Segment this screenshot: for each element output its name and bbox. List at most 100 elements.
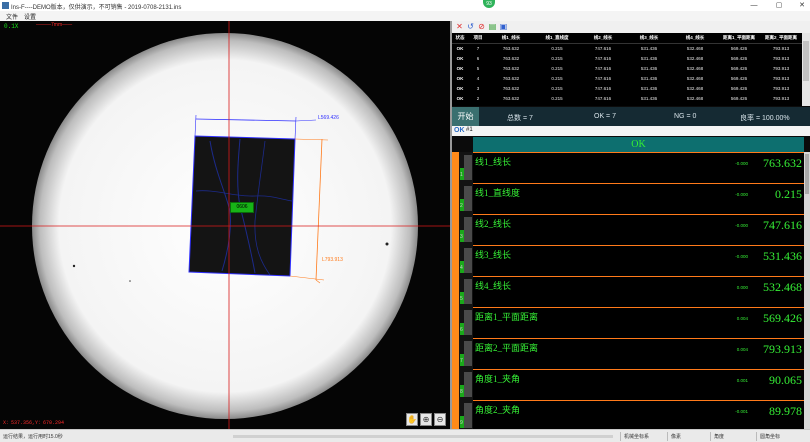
results-header-row: 状态 项目 线1_线长 线1_直线度 线2_线长 线3_线长 线4_线长 距离1… — [452, 33, 802, 44]
table-cell: OK — [456, 65, 464, 71]
notification-badge[interactable]: 93 — [483, 0, 495, 8]
measurement-box: 角度2_夹角 -0.001 89.978 — [473, 400, 804, 429]
tab-number[interactable]: #1 — [466, 127, 473, 133]
camera-view[interactable]: 0.1X ———7mm—— L569.426 L793.913 0606 X：5… — [0, 21, 450, 429]
row-index: 2 — [460, 203, 463, 209]
measurement-row[interactable]: 5 线4_线长 0.000 532.468 — [452, 276, 804, 307]
table-cell: OK — [456, 55, 464, 61]
yield-rate: 良率 = 100.00% — [740, 115, 790, 122]
table-cell: 763.632 — [502, 45, 520, 51]
table-cell: OK — [456, 75, 464, 81]
table-cell: 747.616 — [594, 45, 612, 51]
zoom-in-icon[interactable]: ⊕ — [420, 413, 432, 426]
col-distance2[interactable]: 距离2_平面距离 — [760, 33, 802, 44]
part-marker[interactable]: 0606 — [230, 202, 254, 213]
row-index: 5 — [460, 296, 463, 302]
measurement-value: 0.215 — [775, 187, 802, 201]
table-row[interactable]: OK 2 763.632 0.215 747.616 531.436 532.468 569.… — [452, 93, 802, 103]
col-line4-length[interactable]: 线4_线长 — [672, 33, 718, 44]
results-scrollbar[interactable] — [802, 33, 810, 106]
status-bar: 运行结果，运行用时15.0秒 机械坐标系 像素 角度 圆角坐标 — [0, 429, 810, 442]
table-cell: 0.215 — [551, 65, 563, 71]
ok-count: OK = 7 — [594, 113, 616, 120]
table-cell: 2 — [476, 95, 480, 101]
measurement-row[interactable]: 4 线3_线长 -0.000 531.436 — [452, 245, 804, 276]
col-line2-length[interactable]: 线2_线长 — [580, 33, 626, 44]
export-icon[interactable]: ▤ — [488, 22, 497, 31]
col-line3-length[interactable]: 线3_线长 — [626, 33, 672, 44]
stats-bar: 开始 总数 = 7 OK = 7 NG = 0 良率 = 100.00% — [452, 107, 810, 126]
measurement-row[interactable]: 7 距离2_平面距离 0.004 793.913 — [452, 338, 804, 369]
measurement-row[interactable]: 6 距离1_平面距离 0.004 569.426 — [452, 307, 804, 338]
run-status: 运行结果，运行用时15.0秒 — [3, 434, 63, 440]
start-button[interactable]: 开始 — [452, 107, 479, 126]
col-line1-straightness[interactable]: 线1_直线度 — [534, 33, 580, 44]
measurement-tolerance: 0.004 — [736, 347, 748, 352]
menu-bar: 文件 设置 — [0, 11, 810, 21]
row-gauge — [464, 403, 472, 428]
measurement-tolerance: -0.001 — [735, 409, 748, 414]
table-row[interactable]: OK 3 763.632 0.215 747.616 531.436 532.468 569.… — [452, 83, 802, 93]
table-cell: 0.215 — [551, 55, 563, 61]
table-row[interactable]: OK 6 763.632 0.215 747.616 531.436 532.468 569.… — [452, 53, 802, 63]
tab-status[interactable]: OK — [454, 127, 465, 134]
table-cell: 531.436 — [640, 55, 658, 61]
col-status[interactable]: 状态 — [452, 33, 468, 44]
measurement-tolerance: 0.001 — [736, 378, 748, 383]
table-cell: 747.616 — [594, 65, 612, 71]
measurement-row[interactable]: 9 角度2_夹角 -0.001 89.978 — [452, 400, 804, 429]
result-tab-row: OK #1 — [452, 126, 810, 136]
machine-coord-field: 机械坐标系 — [624, 434, 650, 440]
scroll-thumb[interactable] — [803, 41, 809, 81]
scroll-thumb[interactable] — [805, 154, 809, 194]
table-cell: 532.468 — [686, 55, 704, 61]
measurement-row[interactable]: 3 线2_线长 -0.000 747.616 — [452, 214, 804, 245]
col-line1-length[interactable]: 线1_线长 — [488, 33, 534, 44]
stop-icon[interactable]: ⊘ — [477, 22, 486, 31]
measurement-box: 线3_线长 -0.000 531.436 — [473, 245, 804, 276]
zoom-out-icon[interactable]: ⊖ — [434, 413, 446, 426]
refresh-icon[interactable]: ↺ — [466, 22, 475, 31]
measurement-tolerance: -0.000 — [735, 192, 748, 197]
measurement-row[interactable]: 8 角度1_夹角 0.001 90.065 — [452, 369, 804, 400]
measurement-row[interactable]: 2 线1_直线度 -0.000 0.215 — [452, 183, 804, 214]
table-row[interactable]: OK 5 763.632 0.215 747.616 531.436 532.468 569.… — [452, 63, 802, 73]
measurement-value: 531.436 — [763, 249, 802, 263]
measurement-tolerance: 0.004 — [736, 316, 748, 321]
measurement-row[interactable]: 1 线1_线长 -0.000 763.632 — [452, 152, 804, 183]
table-row[interactable]: OK 4 763.632 0.215 747.616 531.436 532.468 569.… — [452, 73, 802, 83]
table-cell: 747.616 — [594, 55, 612, 61]
maximize-button[interactable]: ▢ — [772, 1, 786, 10]
measurement-name: 角度2_夹角 — [475, 405, 521, 415]
row-index: 7 — [460, 358, 463, 364]
menu-file[interactable]: 文件 — [6, 12, 18, 21]
row-index: 4 — [460, 265, 463, 271]
minimize-button[interactable]: — — [747, 1, 761, 10]
measurement-scrollbar[interactable] — [804, 152, 810, 429]
col-index[interactable]: 项目 — [468, 33, 488, 44]
measurement-box: 距离1_平面距离 0.004 569.426 — [473, 307, 804, 338]
table-cell: 531.436 — [640, 45, 658, 51]
zoom-readout: 0.1X — [4, 23, 19, 30]
row-gauge — [464, 248, 472, 273]
table-cell: 3 — [476, 85, 480, 91]
close-button[interactable]: ✕ — [795, 1, 809, 10]
table-cell: 793.913 — [772, 55, 790, 61]
measurement-value: 89.978 — [769, 404, 802, 418]
delete-icon[interactable]: ✕ — [455, 22, 464, 31]
measurement-tolerance: -0.000 — [735, 223, 748, 228]
menu-settings[interactable]: 设置 — [24, 12, 36, 21]
divider — [667, 432, 668, 441]
table-cell: 0.215 — [551, 95, 563, 101]
table-cell: 4 — [476, 75, 480, 81]
save-icon[interactable]: ▣ — [499, 22, 508, 31]
table-cell: 763.632 — [502, 95, 520, 101]
col-distance1[interactable]: 距离1_平面距离 — [718, 33, 760, 44]
measurement-tolerance: -0.000 — [735, 254, 748, 259]
table-row[interactable]: OK 7 763.632 0.215 747.616 531.436 532.468 569.… — [452, 43, 802, 53]
hand-icon[interactable]: ✋ — [406, 413, 418, 426]
table-cell: 531.436 — [640, 95, 658, 101]
results-table[interactable]: 状态 项目 线1_线长 线1_直线度 线2_线长 线3_线长 线4_线长 距离1… — [452, 33, 802, 106]
window-title: Ins-F----DEMO版本，仅供演示，不可销售 - 2019-0708-21… — [11, 5, 182, 11]
row-marker — [452, 214, 459, 245]
